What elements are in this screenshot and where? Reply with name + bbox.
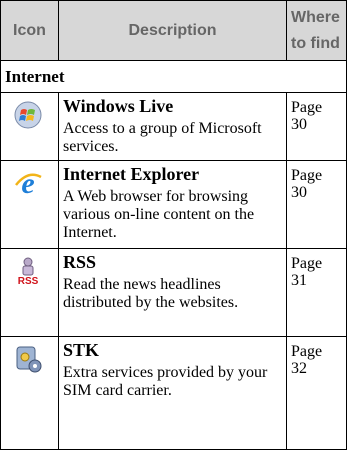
description-column-label: Description — [128, 21, 217, 39]
row-description: Extra services provided by your SIM card… — [63, 364, 268, 399]
row-title: Internet Explorer — [63, 164, 200, 184]
svg-text:e: e — [21, 168, 34, 198]
section-label: Internet — [5, 67, 65, 86]
stk-icon — [16, 346, 42, 373]
description-column-header: Description — [59, 1, 287, 60]
page-reference: Page 31 — [291, 255, 323, 289]
row-description: Read the news headlines distributed by t… — [63, 276, 239, 311]
row-description: A Web browser for browsing various on-li… — [63, 188, 255, 241]
windows-live-icon — [14, 101, 42, 129]
row-title: STK — [63, 340, 100, 360]
table-row: e Internet Explorer A Web browser for br… — [1, 161, 346, 249]
table-row: Windows Live Access to a group of Micros… — [1, 93, 346, 161]
table-row: STK Extra services provided by your SIM … — [1, 337, 346, 449]
page-reference: Page 30 — [291, 167, 323, 201]
table-row: RSS RSS Read the news headlines distribu… — [1, 249, 346, 337]
row-title: RSS — [63, 252, 97, 272]
internet-explorer-icon: e — [15, 168, 42, 198]
icon-column-label: Icon — [13, 21, 46, 39]
rss-icon: RSS — [18, 257, 39, 286]
page-reference: Page 32 — [291, 343, 323, 377]
feature-table: Icon Description Where to find Internet … — [0, 0, 347, 450]
where-column-header: Where to find — [287, 1, 346, 60]
section-row: Internet — [1, 61, 346, 93]
row-title: Windows Live — [63, 96, 174, 116]
where-column-label: Where to find — [291, 8, 340, 52]
icon-column-header: Icon — [1, 1, 59, 60]
table-header: Icon Description Where to find — [1, 1, 346, 61]
svg-text:RSS: RSS — [18, 276, 39, 286]
row-description: Access to a group of Microsoft services. — [63, 120, 262, 155]
page-reference: Page 30 — [291, 99, 323, 133]
